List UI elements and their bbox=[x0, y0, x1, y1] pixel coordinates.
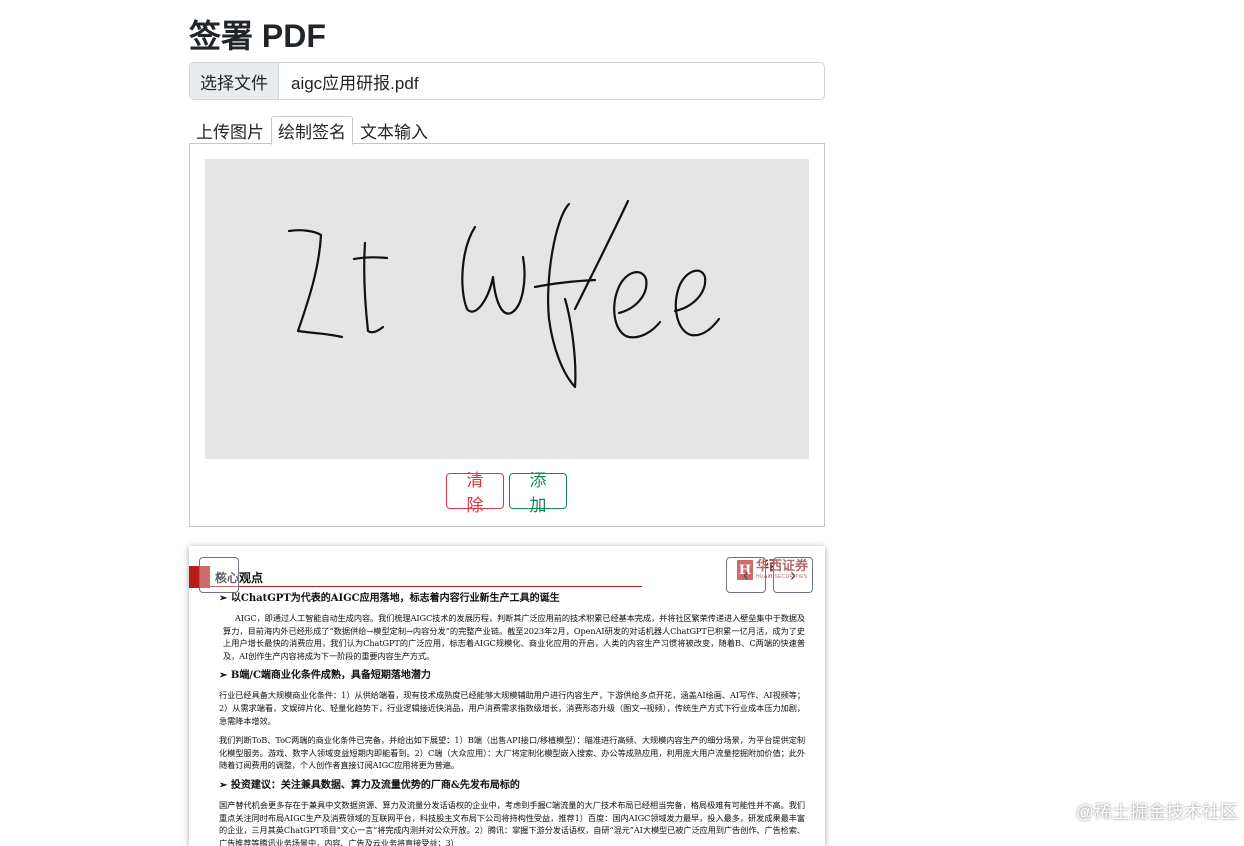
section-heading: ➢ B端/C端商业化条件成熟，具备短期落地潜力 bbox=[219, 670, 431, 682]
file-input[interactable]: 选择文件 aigc应用研报.pdf bbox=[189, 62, 825, 100]
chevron-left-icon: ‹ bbox=[743, 564, 749, 585]
prev-page-button-right[interactable]: ‹ bbox=[726, 557, 766, 593]
chevron-right-icon: › bbox=[790, 564, 796, 585]
add-button[interactable]: 添加 bbox=[509, 471, 567, 515]
section-paragraph: AIGC，即通过人工智能自动生成内容。我们梳理AIGC技术的发展历程，判断其广泛… bbox=[223, 613, 805, 661]
section-heading: ➢ 投资建议：关注兼具数据、算力及流量优势的厂商&先发布局标的 bbox=[219, 779, 520, 791]
section-paragraph: 行业已经具备大规模商业化条件：1）从供给端看，现有技术成熟度已经能够大规模辅助用… bbox=[219, 690, 805, 726]
pdf-preview-page: 核心观点 H 华西证券 HUAXI SECURITIES ‹ ‹ › ➢ 以Ch… bbox=[189, 546, 825, 846]
stroke-letter-f-loop bbox=[547, 202, 577, 389]
stroke-slash bbox=[573, 199, 630, 311]
stroke-letter-w bbox=[461, 225, 526, 315]
watermark: @稀土掘金技术社区 bbox=[1075, 802, 1238, 822]
next-page-button[interactable]: › bbox=[773, 557, 813, 593]
stroke-letter-z bbox=[287, 229, 344, 339]
stroke-letter-t-bar bbox=[352, 256, 389, 261]
signature-strokes bbox=[287, 199, 721, 389]
tab-upload-image[interactable]: 上传图片 bbox=[189, 116, 271, 145]
section-paragraph: 我们判断ToB、ToC两端的商业化条件已完备，并给出如下展望：1）B端（出售AP… bbox=[219, 735, 805, 771]
section-paragraph: 国产替代机会更多存在于兼具中文数据资源、算力及流量分发话语权的企业中，考虑到手握… bbox=[219, 799, 805, 846]
prev-page-button[interactable]: ‹ bbox=[199, 557, 239, 593]
page-title: 签署 PDF bbox=[189, 18, 326, 54]
stroke-letter-e-2 bbox=[673, 269, 721, 337]
pdf-content: ➢ 以ChatGPT为代表的AIGC应用落地，标志着内容行业新生产工具的诞生 A… bbox=[219, 592, 805, 846]
clear-button[interactable]: 清除 bbox=[446, 471, 504, 515]
selected-file-name: aigc应用研报.pdf bbox=[291, 73, 419, 93]
section-heading: ➢ 以ChatGPT为代表的AIGC应用落地，标志着内容行业新生产工具的诞生 bbox=[219, 593, 560, 604]
signature-canvas[interactable] bbox=[205, 159, 809, 459]
stroke-letter-e-1 bbox=[613, 271, 662, 339]
draw-signature-panel: 清除 添加 bbox=[189, 143, 825, 527]
signature-mode-tabs: 上传图片 绘制签名 文本输入 bbox=[189, 116, 435, 145]
chevron-left-icon: ‹ bbox=[216, 564, 222, 585]
tab-draw-signature[interactable]: 绘制签名 bbox=[271, 116, 353, 145]
tab-text-input[interactable]: 文本输入 bbox=[353, 116, 435, 145]
section-divider bbox=[210, 586, 642, 587]
choose-file-button[interactable]: 选择文件 bbox=[190, 63, 279, 99]
